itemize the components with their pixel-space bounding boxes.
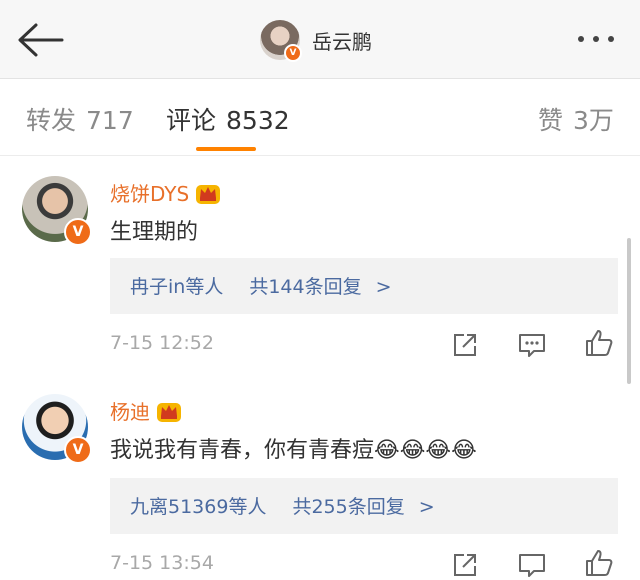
profile-title[interactable]: V 岳云鹏 xyxy=(260,18,372,62)
comment-item: V 杨迪 我说我有青春，你有青春痘😂😂😂😂 九离51369等人 共255条回复 > … xyxy=(0,376,640,577)
tab-label: 转发 xyxy=(26,106,77,135)
tab-likes[interactable]: 赞 3万 xyxy=(538,101,614,137)
username-text: 烧饼DYS xyxy=(110,182,190,206)
comment-text: 生理期的 xyxy=(110,220,199,245)
share-icon[interactable] xyxy=(450,550,480,580)
replies-by: 九离51369等人 xyxy=(130,496,267,518)
chevron-right-icon: > xyxy=(375,276,392,298)
verified-badge-icon: V xyxy=(284,44,302,62)
verified-badge-icon: V xyxy=(64,436,92,464)
like-icon[interactable] xyxy=(584,328,614,358)
more-dots-icon[interactable] xyxy=(578,36,614,42)
top-bar: V 岳云鹏 xyxy=(0,0,640,79)
replies-count: 共255条回复 xyxy=(292,496,405,518)
crown-badge-icon xyxy=(157,402,181,422)
comment-username[interactable]: 烧饼DYS xyxy=(110,178,221,207)
tab-reposts[interactable]: 转发 717 xyxy=(26,101,134,137)
tab-count: 717 xyxy=(86,106,134,135)
back-arrow-icon[interactable] xyxy=(14,20,66,60)
comment-icon[interactable] xyxy=(517,330,547,360)
page-title: 岳云鹏 xyxy=(312,29,372,54)
tab-comments[interactable]: 评论 8532 xyxy=(166,101,290,137)
comment-icon[interactable] xyxy=(517,550,547,580)
avatar[interactable]: V xyxy=(260,20,302,62)
crown-badge-icon xyxy=(196,184,221,204)
tab-count: 8532 xyxy=(226,106,290,135)
comment-text-body: 我说我有青春，你有青春痘 xyxy=(110,438,375,463)
comment-text: 我说我有青春，你有青春痘😂😂😂😂 xyxy=(110,432,477,464)
share-icon[interactable] xyxy=(450,330,480,360)
tab-bar: 转发 717 评论 8532 赞 3万 xyxy=(0,79,640,156)
comment-time: 7-15 12:52 xyxy=(110,332,214,354)
active-tab-indicator xyxy=(196,147,256,151)
tab-label: 赞 xyxy=(538,106,564,135)
replies-preview[interactable]: 冉子in等人 共144条回复 > xyxy=(110,258,618,314)
chevron-right-icon: > xyxy=(418,496,435,518)
comment-username[interactable]: 杨迪 xyxy=(110,396,182,425)
tab-label: 评论 xyxy=(166,106,217,135)
tab-count: 3万 xyxy=(573,106,614,135)
like-icon[interactable] xyxy=(584,548,614,578)
replies-count: 共144条回复 xyxy=(249,276,362,298)
verified-badge-icon: V xyxy=(64,218,92,246)
scrollbar[interactable] xyxy=(627,238,631,384)
replies-preview[interactable]: 九离51369等人 共255条回复 > xyxy=(110,478,618,534)
laughing-emoji-icon: 😂😂😂😂 xyxy=(374,438,477,463)
comment-item: V 烧饼DYS 生理期的 冉子in等人 共144条回复 > 7-15 12:52 xyxy=(0,156,640,376)
replies-by: 冉子in等人 xyxy=(130,276,224,298)
username-text: 杨迪 xyxy=(110,400,150,424)
comment-time: 7-15 13:54 xyxy=(110,552,214,574)
